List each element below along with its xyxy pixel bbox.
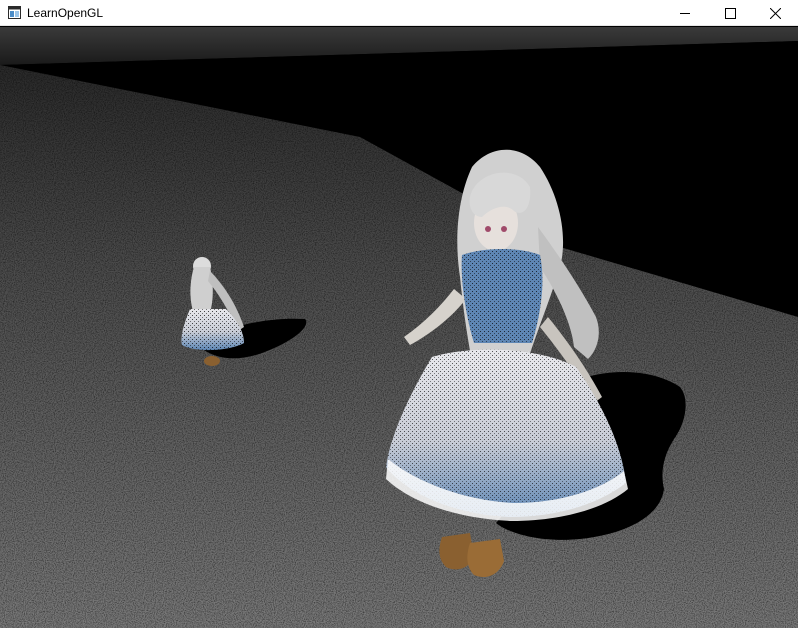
rendered-3d-scene: [0, 27, 798, 628]
app-window: LearnOpenGL: [0, 0, 798, 628]
minimize-icon: [679, 8, 691, 19]
maximize-icon: [724, 7, 736, 19]
opengl-app-icon: [8, 6, 21, 19]
title-bar[interactable]: LearnOpenGL: [0, 0, 798, 26]
opengl-viewport[interactable]: [0, 27, 798, 628]
close-button[interactable]: [752, 0, 798, 26]
close-icon: [769, 7, 781, 19]
window-title: LearnOpenGL: [27, 6, 104, 20]
minimize-button[interactable]: [662, 0, 708, 26]
maximize-button[interactable]: [707, 0, 753, 26]
